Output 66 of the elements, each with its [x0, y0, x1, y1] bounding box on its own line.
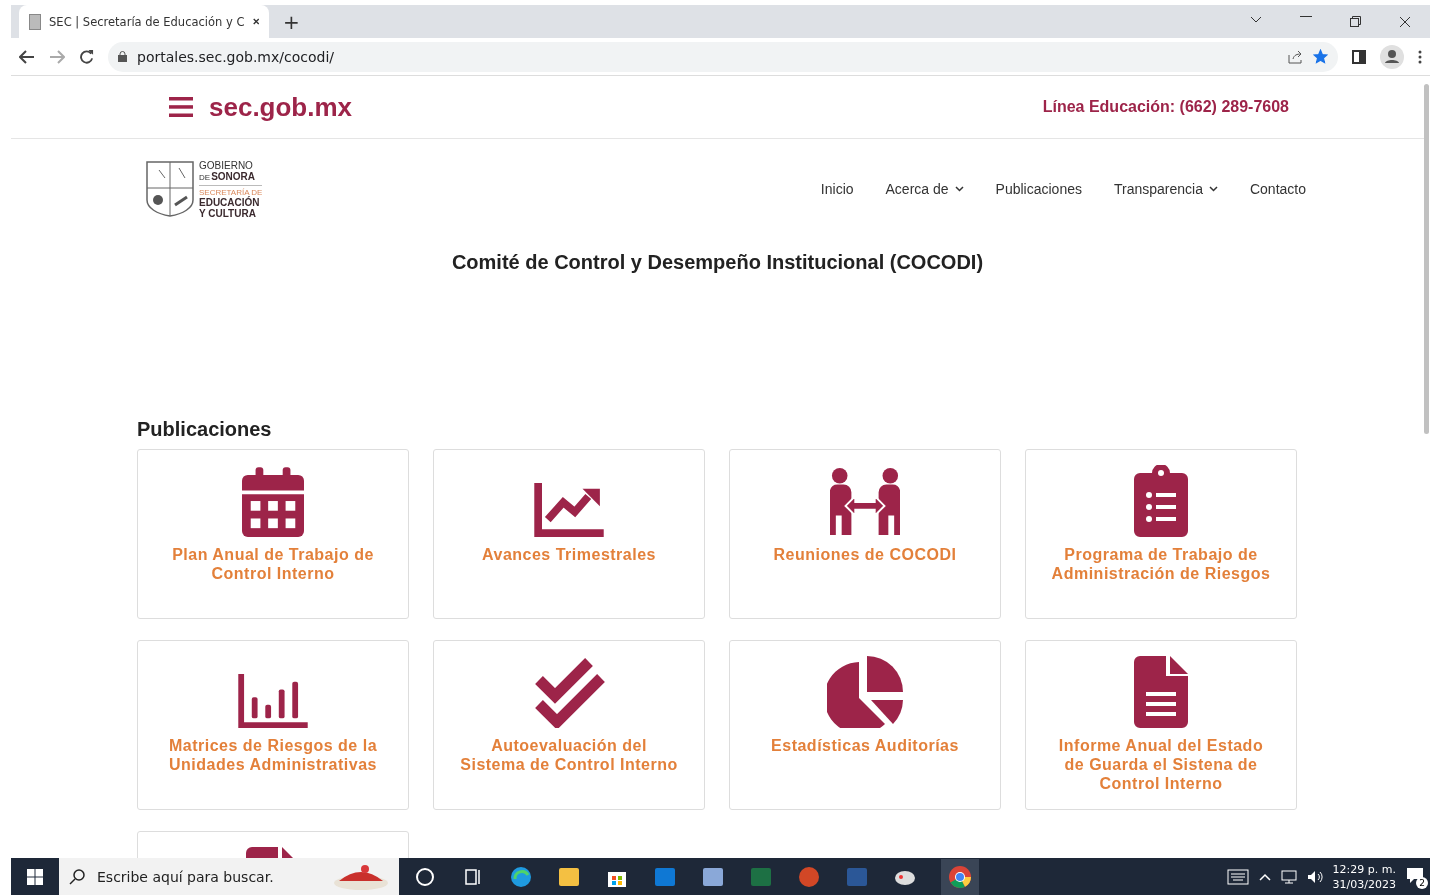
windows-start-icon[interactable]: [27, 868, 43, 885]
nav-link[interactable]: Transparencia: [1113, 181, 1218, 197]
card-title: Matrices de Riesgos de la Unidades Administrativas: [168, 736, 378, 774]
speaker-icon[interactable]: [1306, 869, 1323, 884]
tab-search-icon[interactable]: [1250, 15, 1262, 24]
close-icon[interactable]: [1399, 15, 1411, 28]
address-bar[interactable]: portales.sec.gob.mx/cocodi/: [108, 41, 1338, 72]
coat-of-arms-icon: [145, 160, 195, 218]
chevron-up-icon[interactable]: [1258, 872, 1271, 881]
page-title: Comité de Control y Desempeño Institucional (COCODI): [450, 251, 985, 274]
scrollbar-thumb[interactable]: [1424, 84, 1429, 434]
logo-text: SONORA: [211, 170, 256, 182]
card-title: Plan Anual de Trabajo de Control Interno: [172, 545, 374, 583]
logo-text: Y CULTURA: [199, 207, 257, 219]
bar-chart-icon: [238, 674, 308, 728]
logo-text: DE: [199, 172, 211, 182]
phone-number: Línea Educación: (662) 289-7608: [1042, 98, 1289, 116]
clipboard-list-icon: [1134, 465, 1188, 537]
close-icon[interactable]: [252, 17, 259, 26]
back-icon[interactable]: [19, 49, 35, 64]
logo-text: SECRETARÍA DE: [199, 187, 263, 197]
line-chart-icon: [534, 483, 604, 537]
nav-link[interactable]: Publicaciones: [995, 181, 1082, 197]
new-tab-button[interactable]: +: [283, 10, 300, 34]
card-title: Informe Anual del Estado de Guarda el Sistena de Control Interno: [1058, 736, 1264, 793]
lock-icon: [118, 51, 127, 62]
minimize-icon[interactable]: [1300, 15, 1312, 18]
restore-icon[interactable]: [1350, 15, 1361, 27]
pie-food-icon: [333, 862, 389, 891]
card-title: Estadísticas Auditorías: [771, 736, 959, 755]
favicon-icon: [29, 13, 42, 30]
card-title: Programa de Trabajo de Administración de Riesgos: [1051, 545, 1271, 583]
search-icon: [69, 868, 85, 885]
profile-avatar-icon[interactable]: [1380, 44, 1404, 69]
notification-icon[interactable]: [1406, 866, 1424, 884]
clock-date[interactable]: 31/03/2023: [1332, 876, 1396, 892]
notification-count: 2: [1416, 877, 1428, 889]
share-icon[interactable]: [1288, 49, 1303, 64]
section-heading: Publicaciones: [137, 418, 273, 441]
browser-tab[interactable]: SEC | Secretaría de Educación y C: [19, 5, 269, 38]
nav-link[interactable]: Contacto: [1249, 181, 1306, 197]
nav-link[interactable]: Acerca de: [885, 181, 964, 197]
reload-icon[interactable]: [79, 49, 94, 64]
logo-text: GOBIERNO: [199, 159, 253, 171]
double-check-icon: [533, 658, 605, 728]
site-brand[interactable]: sec.gob.mx: [209, 91, 353, 123]
nav-link[interactable]: Inicio: [820, 181, 854, 197]
pie-chart-icon: [827, 656, 903, 728]
taskbar-search-field[interactable]: Escribe aquí para buscar.: [59, 858, 399, 895]
bookmark-star-icon[interactable]: [1313, 49, 1328, 64]
side-panel-icon[interactable]: [1352, 49, 1366, 64]
network-icon[interactable]: [1280, 869, 1297, 884]
chrome-taskbar-button[interactable]: [941, 858, 979, 895]
card-title: Reuniones de COCODI: [773, 545, 957, 564]
card-title: Avances Trimestrales: [482, 545, 656, 564]
document-icon: [1134, 656, 1188, 728]
clock-time[interactable]: 12:29 p. m.: [1332, 861, 1396, 877]
logo-text: EDUCACIÓN: [199, 196, 261, 208]
menu-icon[interactable]: [1418, 49, 1422, 64]
browser-swirl-icon[interactable]: [509, 864, 533, 889]
menu-icon[interactable]: [169, 97, 193, 117]
tab-title: SEC | Secretaría de Educación y C: [49, 14, 245, 29]
chrome-browser-icon: [948, 864, 972, 889]
card-title: Autoevaluación del Sistema de Control Interno: [460, 736, 678, 774]
keyboard-icon[interactable]: [1226, 868, 1249, 885]
calendar-icon: [242, 467, 304, 537]
